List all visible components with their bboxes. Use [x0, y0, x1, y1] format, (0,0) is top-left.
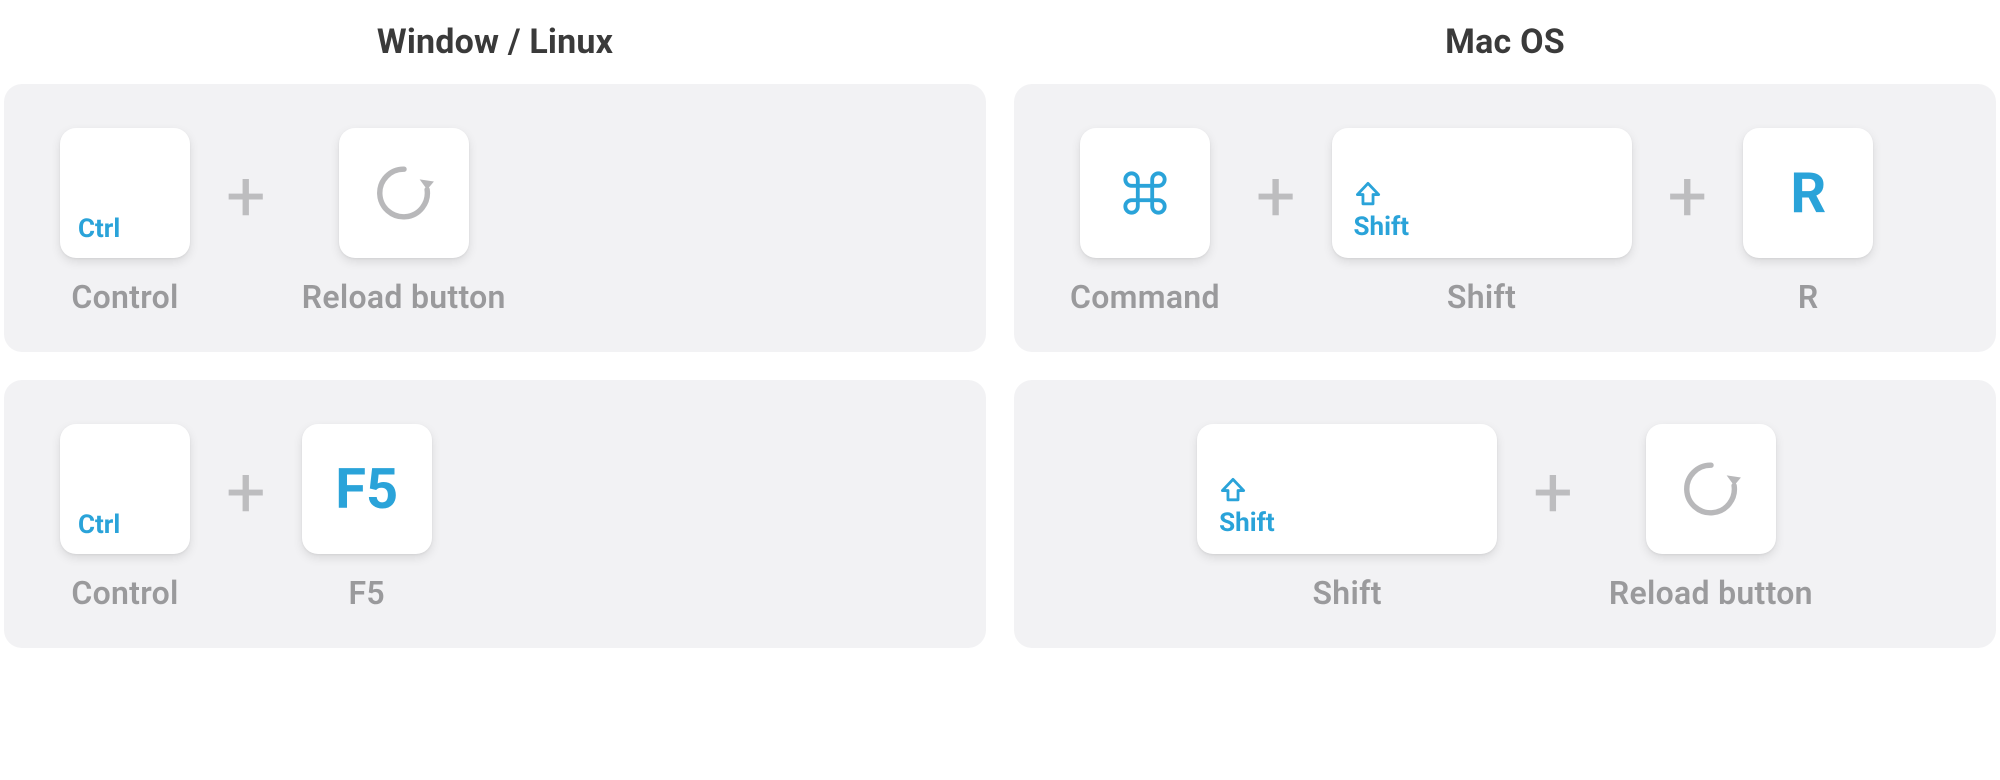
keycap-ctrl: Ctrl — [60, 424, 190, 554]
keycap-text: Ctrl — [78, 510, 120, 540]
keycap-ctrl: Ctrl — [60, 128, 190, 258]
diagram-columns: Window / Linux Ctrl Control + Reload but… — [0, 0, 2000, 780]
plus-icon: + — [1256, 162, 1296, 232]
keycap-text: Shift — [1219, 508, 1275, 538]
keycap-reload — [339, 128, 469, 258]
command-icon — [1121, 169, 1169, 217]
plus-icon: + — [1668, 162, 1708, 232]
key-block: R R — [1743, 128, 1873, 316]
shortcut-row: Command + Shift Shift + R — [1014, 84, 1996, 352]
shortcut-row: Ctrl Control + F5 F5 — [4, 380, 986, 648]
keycap-shift: Shift — [1332, 128, 1632, 258]
keycap-text: F5 — [335, 456, 398, 522]
reload-icon — [370, 159, 438, 227]
plus-icon: + — [226, 162, 266, 232]
shift-arrow-icon — [1219, 476, 1247, 504]
key-label: Shift — [1312, 574, 1381, 612]
key-block: Shift Shift — [1197, 424, 1497, 612]
keycap-f5: F5 — [302, 424, 432, 554]
key-label: F5 — [348, 574, 384, 612]
key-label: Reload button — [1609, 574, 1813, 612]
keycap-command — [1080, 128, 1210, 258]
column-title-windows: Window / Linux — [4, 0, 986, 84]
key-block: Shift Shift — [1332, 128, 1632, 316]
reload-icon — [1677, 455, 1745, 523]
shortcut-row: Shift Shift + Reload button — [1014, 380, 1996, 648]
plus-icon: + — [226, 458, 266, 528]
key-block: Reload button — [1609, 424, 1813, 612]
column-mac-os: Mac OS Command + Shift — [1014, 0, 1996, 780]
plus-icon: + — [1533, 458, 1573, 528]
column-windows-linux: Window / Linux Ctrl Control + Reload but… — [4, 0, 986, 780]
keycap-r: R — [1743, 128, 1873, 258]
keycap-text: R — [1790, 160, 1826, 226]
shortcut-row: Ctrl Control + Reload button — [4, 84, 986, 352]
key-block: Reload button — [302, 128, 506, 316]
keycap-text: Shift — [1354, 212, 1410, 242]
keycap-reload — [1646, 424, 1776, 554]
key-label: Command — [1070, 278, 1220, 316]
key-block: F5 F5 — [302, 424, 432, 612]
key-label: Reload button — [302, 278, 506, 316]
key-label: Shift — [1447, 278, 1516, 316]
keycap-shift: Shift — [1197, 424, 1497, 554]
key-label: Control — [71, 278, 178, 316]
shift-arrow-icon — [1354, 180, 1382, 208]
key-block: Ctrl Control — [60, 424, 190, 612]
key-block: Command — [1070, 128, 1220, 316]
key-label: R — [1798, 278, 1819, 316]
keycap-text: Ctrl — [78, 214, 120, 244]
key-block: Ctrl Control — [60, 128, 190, 316]
key-label: Control — [71, 574, 178, 612]
column-title-mac: Mac OS — [1014, 0, 1996, 84]
